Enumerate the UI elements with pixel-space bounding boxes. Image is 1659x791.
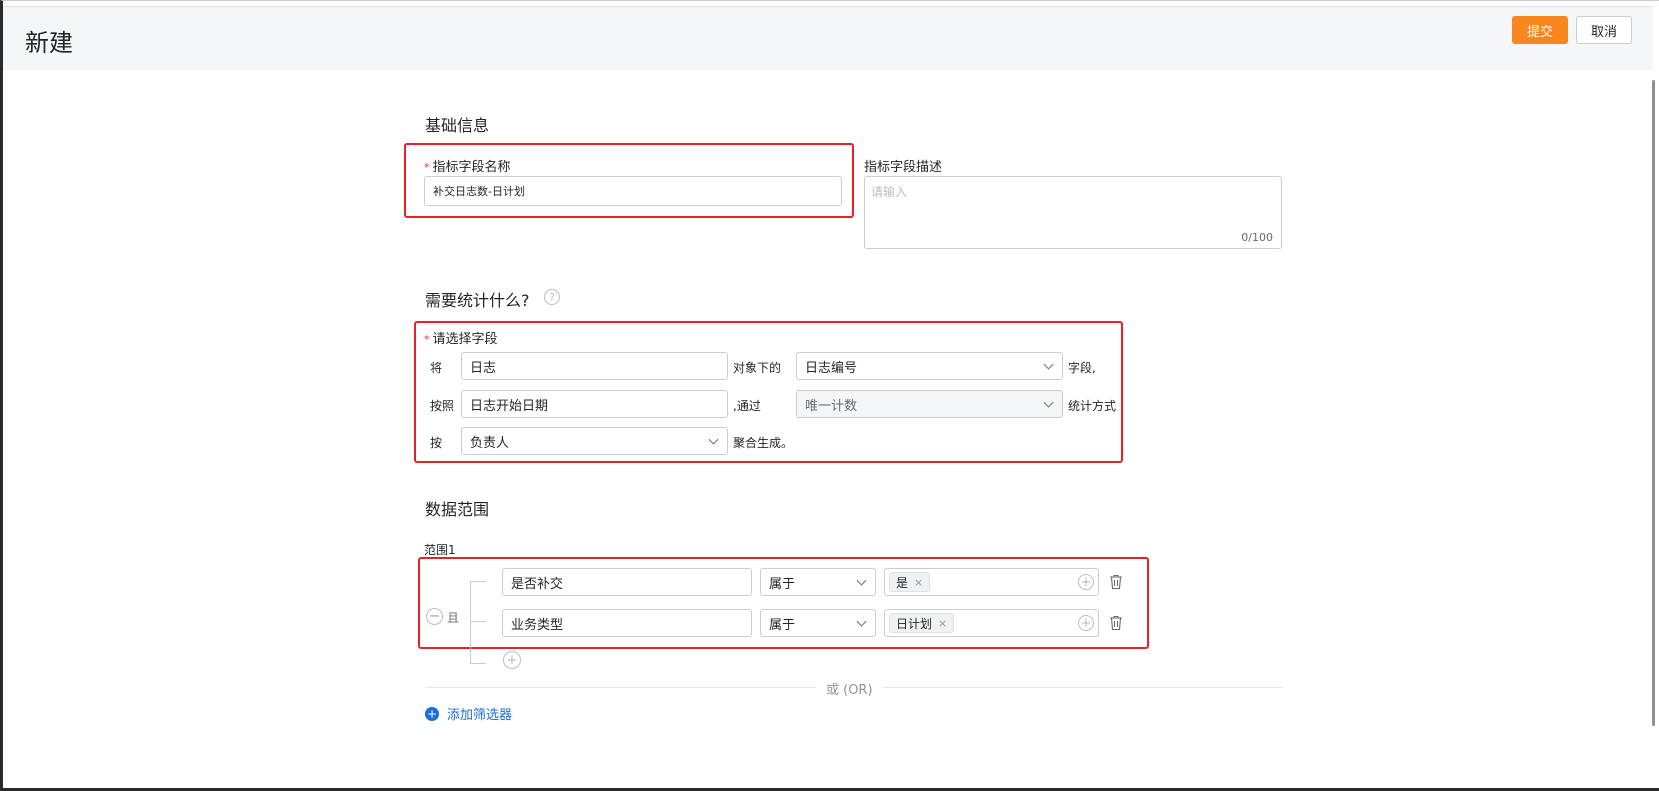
date-input[interactable]: 日志开始日期 [461, 390, 728, 418]
value-tag: 是 × [889, 572, 931, 592]
object-input[interactable]: 日志 [461, 352, 728, 380]
row2-suffix: 统计方式 [1068, 399, 1117, 413]
stats-title: 需要统计什么? [425, 291, 530, 310]
row1-prefix: 将 [430, 361, 443, 375]
row1-middle: 对象下的 [733, 361, 782, 375]
condition-field-input[interactable]: 是否补交 [502, 568, 752, 596]
cancel-button[interactable]: 取消 [1576, 16, 1632, 44]
condition-operator-select[interactable]: 属于 [760, 568, 876, 596]
or-label: 或 (OR) [816, 679, 883, 698]
remove-tag-icon[interactable]: × [914, 576, 923, 589]
tree-branch [470, 663, 486, 664]
condition-field-input[interactable]: 业务类型 [502, 609, 752, 637]
row3-suffix: 聚合生成。 [733, 436, 794, 450]
select-field-label-text: 请选择字段 [432, 332, 498, 347]
condition-operator-select[interactable]: 属于 [760, 609, 876, 637]
basic-info-title: 基础信息 [425, 116, 490, 135]
tree-branch [470, 581, 486, 582]
range-label: 范围1 [424, 543, 456, 557]
page-title: 新建 [25, 29, 73, 57]
chevron-down-icon [708, 434, 719, 445]
group-select-value: 负责人 [470, 435, 510, 451]
add-filter-button[interactable]: + 添加筛选器 [425, 704, 512, 723]
row2-middle: ,通过 [733, 399, 761, 413]
value-tag-text: 是 [896, 575, 909, 590]
add-value-icon[interactable]: + [1078, 574, 1094, 590]
page-header: 新建 [3, 6, 1653, 70]
select-field-label: * 请选择字段 [424, 328, 498, 347]
desc-counter: 0/100 [1241, 231, 1273, 244]
desc-placeholder: 请输入 [871, 185, 908, 199]
row2-prefix: 按照 [430, 399, 455, 413]
value-tag-text: 日计划 [896, 616, 933, 631]
name-input[interactable]: 补交日志数-日计划 [424, 176, 842, 206]
row3-prefix: 按 [430, 436, 443, 450]
desc-field-label: 指标字段描述 [864, 160, 943, 175]
logic-label: 且 [447, 611, 460, 625]
method-select[interactable]: 唯一计数 [796, 390, 1063, 418]
condition-value-input[interactable]: 是 × [884, 568, 1099, 596]
add-circle-icon: + [425, 706, 439, 721]
group-select[interactable]: 负责人 [461, 427, 728, 455]
condition-operator-value: 属于 [769, 617, 796, 633]
desc-textarea[interactable]: 请输入 0/100 [864, 176, 1282, 249]
condition-operator-value: 属于 [769, 576, 796, 592]
tree-line [470, 581, 471, 664]
chevron-down-icon [856, 575, 867, 586]
collapse-group-icon[interactable]: − [426, 608, 443, 625]
chevron-down-icon [1043, 397, 1054, 408]
remove-tag-icon[interactable]: × [938, 617, 947, 630]
condition-value-input[interactable]: 日计划 × [884, 609, 1099, 637]
field-select[interactable]: 日志编号 [796, 352, 1063, 380]
method-select-value: 唯一计数 [805, 398, 858, 414]
tree-branch [470, 621, 486, 622]
field-select-value: 日志编号 [805, 360, 858, 376]
required-mark: * [424, 333, 430, 346]
value-tag: 日计划 × [889, 613, 955, 633]
add-filter-label: 添加筛选器 [447, 708, 513, 723]
chevron-down-icon [856, 616, 867, 627]
delete-condition-icon[interactable] [1109, 615, 1123, 631]
chevron-down-icon [1043, 359, 1054, 370]
submit-button[interactable]: 提交 [1512, 16, 1568, 44]
help-icon[interactable]: ? [544, 289, 560, 305]
add-value-icon[interactable]: + [1078, 615, 1094, 631]
add-condition-icon[interactable]: + [503, 651, 521, 669]
vertical-scrollbar[interactable] [1652, 80, 1655, 726]
row1-suffix: 字段, [1068, 361, 1096, 375]
name-label-text: 指标字段名称 [432, 160, 511, 175]
name-field-label: * 指标字段名称 [424, 156, 511, 175]
delete-condition-icon[interactable] [1109, 574, 1123, 590]
data-range-title: 数据范围 [425, 500, 490, 519]
required-mark: * [424, 161, 430, 174]
